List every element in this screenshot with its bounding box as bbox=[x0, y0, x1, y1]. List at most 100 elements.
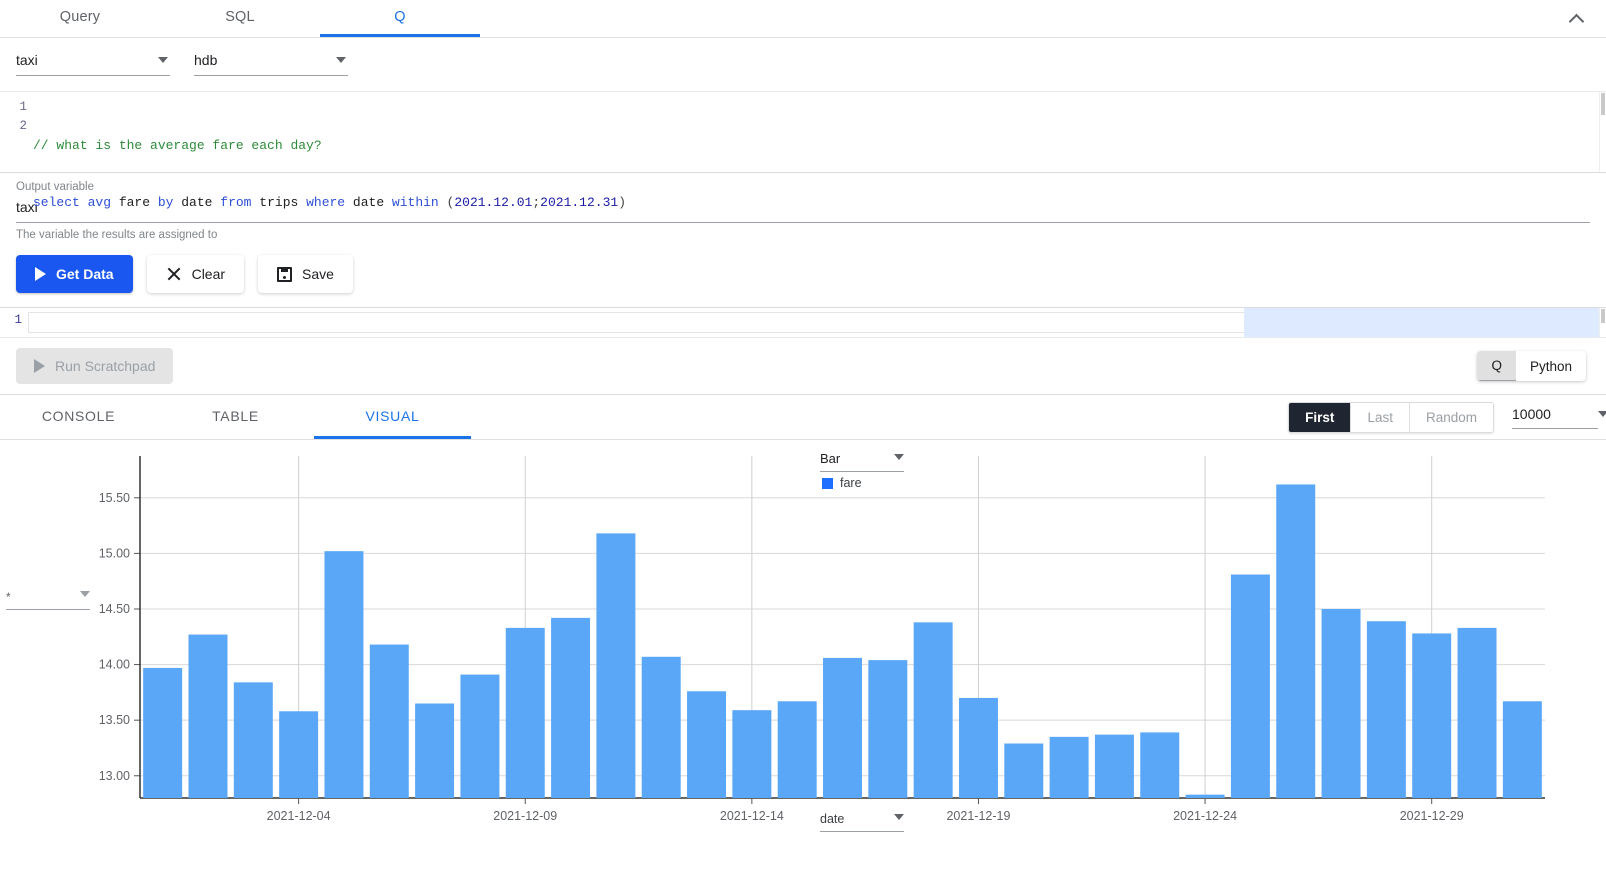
chevron-down-icon bbox=[894, 814, 904, 820]
bar[interactable] bbox=[687, 691, 726, 798]
chevron-down-icon bbox=[158, 57, 168, 63]
bar[interactable] bbox=[279, 711, 318, 798]
bar[interactable] bbox=[914, 622, 953, 798]
bar[interactable] bbox=[1503, 701, 1542, 798]
sample-mode-random-label: Random bbox=[1426, 410, 1477, 425]
tab-q-label: Q bbox=[394, 9, 405, 25]
bar[interactable] bbox=[1276, 484, 1315, 798]
x-axis-tick-label: 2021-12-04 bbox=[267, 809, 331, 823]
tab-query-label: Query bbox=[60, 9, 101, 25]
bar[interactable] bbox=[506, 628, 545, 798]
bar[interactable] bbox=[460, 675, 499, 798]
language-option-q-label: Q bbox=[1491, 358, 1502, 373]
sample-mode-last[interactable]: Last bbox=[1351, 403, 1410, 432]
sample-mode-first-label: First bbox=[1305, 410, 1334, 425]
save-icon bbox=[277, 267, 292, 282]
database-value: hdb bbox=[194, 52, 217, 68]
play-icon bbox=[34, 359, 45, 373]
bar[interactable] bbox=[1095, 735, 1134, 798]
bar[interactable] bbox=[370, 645, 409, 798]
tab-query[interactable]: Query bbox=[0, 0, 160, 37]
run-scratchpad-button[interactable]: Run Scratchpad bbox=[16, 348, 173, 384]
bar[interactable] bbox=[1186, 795, 1225, 798]
x-axis-tick-label: 2021-12-14 bbox=[720, 809, 784, 823]
query-editor[interactable]: 1 2 // what is the average fare each day… bbox=[0, 91, 1606, 173]
language-option-python[interactable]: Python bbox=[1516, 351, 1586, 381]
bar[interactable] bbox=[1367, 621, 1406, 798]
x-axis-select[interactable]: date bbox=[820, 810, 904, 832]
bar[interactable] bbox=[324, 551, 363, 798]
bar[interactable] bbox=[1231, 575, 1270, 798]
bar[interactable] bbox=[959, 698, 998, 798]
bar[interactable] bbox=[642, 657, 681, 798]
y-axis-tick-label: 14.00 bbox=[99, 658, 130, 672]
editor-gutter: 1 2 bbox=[0, 92, 33, 172]
tab-q[interactable]: Q bbox=[320, 0, 480, 37]
clear-button[interactable]: Clear bbox=[147, 255, 244, 293]
bar[interactable] bbox=[1004, 744, 1043, 798]
bar[interactable] bbox=[1322, 609, 1361, 798]
bar[interactable] bbox=[143, 668, 182, 798]
tab-sql[interactable]: SQL bbox=[160, 0, 320, 37]
scratchpad-controls: Run Scratchpad Q Python bbox=[0, 338, 1606, 394]
play-icon bbox=[35, 267, 46, 281]
bar[interactable] bbox=[1412, 633, 1451, 798]
save-button[interactable]: Save bbox=[258, 255, 353, 293]
chevron-down-icon bbox=[336, 57, 346, 63]
scratchpad-line-number: 1 bbox=[0, 308, 28, 337]
code-line-2: select avg fare by date from trips where… bbox=[33, 193, 1606, 212]
bar[interactable] bbox=[823, 658, 862, 798]
bar[interactable] bbox=[778, 701, 817, 798]
data-source-select[interactable]: taxi bbox=[16, 52, 170, 76]
get-data-label: Get Data bbox=[56, 266, 114, 282]
x-axis-value: date bbox=[820, 812, 844, 826]
bar[interactable] bbox=[1050, 737, 1089, 798]
save-label: Save bbox=[302, 266, 334, 282]
y-axis-tick-label: 13.50 bbox=[99, 713, 130, 727]
top-tab-bar: Query SQL Q bbox=[0, 0, 1606, 38]
tab-sql-label: SQL bbox=[225, 9, 255, 25]
source-selectors: taxi hdb bbox=[0, 38, 1606, 76]
editor-scrollbar[interactable] bbox=[1599, 92, 1606, 172]
tab-console-label: CONSOLE bbox=[42, 408, 115, 424]
line-number: 2 bbox=[0, 117, 27, 136]
bar[interactable] bbox=[732, 710, 771, 798]
language-toggle: Q Python bbox=[1477, 351, 1586, 381]
bar[interactable] bbox=[1140, 732, 1179, 798]
y-axis-tick-label: 15.50 bbox=[99, 491, 130, 505]
bar[interactable] bbox=[1458, 628, 1497, 798]
run-scratchpad-label: Run Scratchpad bbox=[55, 358, 155, 374]
tab-table[interactable]: TABLE bbox=[157, 395, 314, 439]
x-axis-tick-label: 2021-12-19 bbox=[946, 809, 1010, 823]
x-axis-tick-label: 2021-12-29 bbox=[1400, 809, 1464, 823]
bar[interactable] bbox=[551, 618, 590, 798]
bar[interactable] bbox=[868, 660, 907, 798]
tab-visual-label: VISUAL bbox=[366, 408, 420, 424]
bar[interactable] bbox=[188, 635, 227, 798]
collapse-panel-button[interactable] bbox=[1556, 0, 1596, 38]
bar[interactable] bbox=[596, 533, 635, 798]
get-data-button[interactable]: Get Data bbox=[16, 255, 133, 293]
editor-code[interactable]: // what is the average fare each day? se… bbox=[33, 92, 1606, 172]
result-tab-bar: CONSOLE TABLE VISUAL First Last Random 1… bbox=[0, 394, 1606, 440]
scratchpad-scrollbar[interactable] bbox=[1599, 308, 1606, 337]
y-axis-tick-label: 13.00 bbox=[99, 769, 130, 783]
sample-mode-random[interactable]: Random bbox=[1410, 403, 1493, 432]
language-option-python-label: Python bbox=[1530, 359, 1572, 374]
bar[interactable] bbox=[234, 682, 273, 798]
language-option-q[interactable]: Q bbox=[1477, 351, 1516, 381]
x-axis-tick-label: 2021-12-09 bbox=[493, 809, 557, 823]
row-limit-select[interactable]: 10000 bbox=[1512, 406, 1598, 429]
code-line-1: // what is the average fare each day? bbox=[33, 136, 1606, 155]
line-number: 1 bbox=[0, 98, 27, 117]
bar[interactable] bbox=[415, 703, 454, 798]
scratchpad-editor[interactable]: 1 bbox=[0, 307, 1606, 338]
tab-console[interactable]: CONSOLE bbox=[0, 395, 157, 439]
tab-table-label: TABLE bbox=[212, 408, 259, 424]
clear-label: Clear bbox=[192, 266, 225, 282]
database-select[interactable]: hdb bbox=[194, 52, 348, 76]
tab-visual[interactable]: VISUAL bbox=[314, 395, 471, 439]
data-source-value: taxi bbox=[16, 52, 38, 68]
result-controls: First Last Random 10000 bbox=[1288, 402, 1598, 433]
sample-mode-first[interactable]: First bbox=[1289, 403, 1351, 432]
